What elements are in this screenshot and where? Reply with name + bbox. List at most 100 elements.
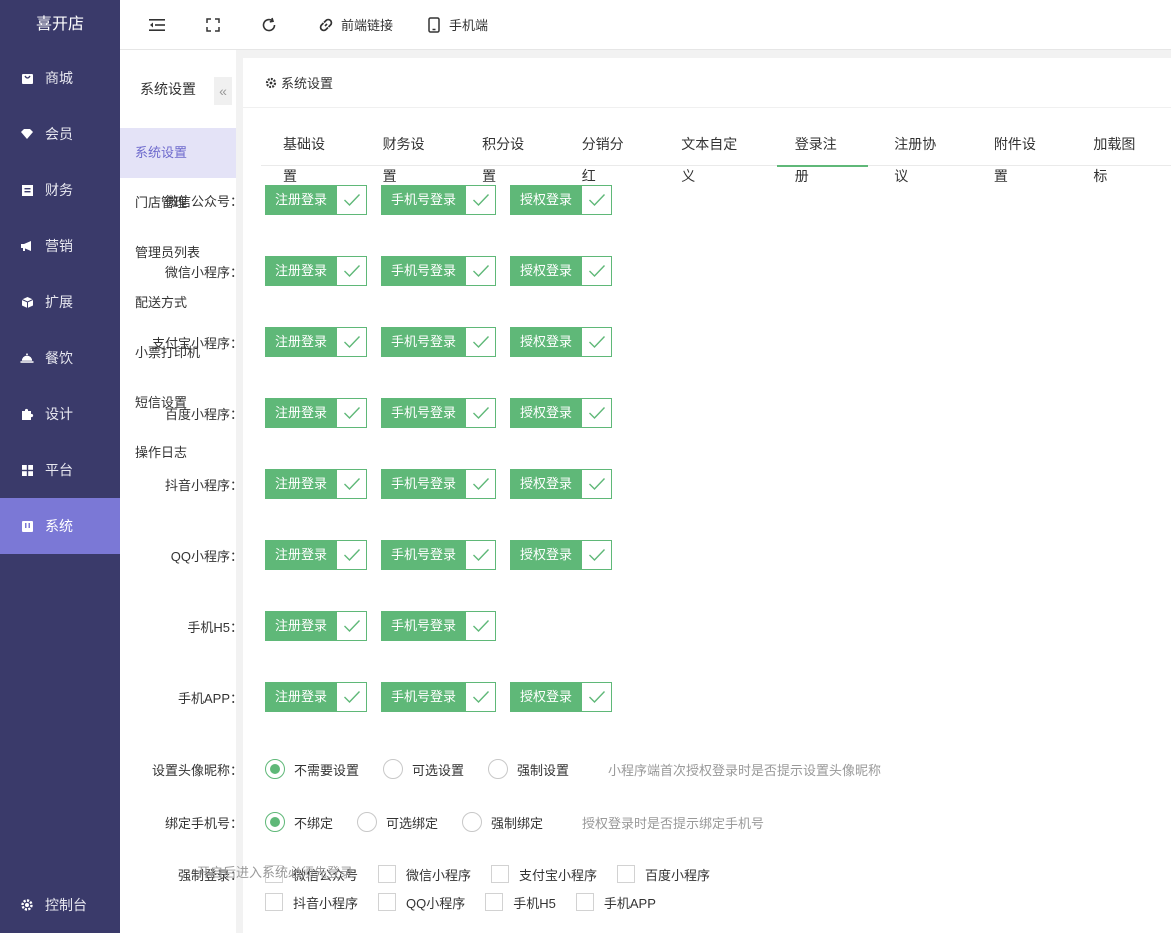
login-option-label: 授权登录 bbox=[510, 540, 583, 570]
force-login-checkbox[interactable]: 抖音小程序 bbox=[265, 893, 358, 912]
sub-nav-item[interactable]: 系统设置 bbox=[120, 128, 236, 178]
radio-option[interactable]: 可选绑定 bbox=[357, 812, 438, 832]
checkbox-box-icon bbox=[378, 865, 397, 883]
login-option-checkbox[interactable]: 注册登录 bbox=[265, 327, 368, 357]
link-icon bbox=[317, 16, 335, 34]
check-icon bbox=[466, 185, 497, 215]
force-login-checkbox[interactable]: 手机APP bbox=[575, 893, 656, 912]
login-option-checkbox[interactable]: 注册登录 bbox=[265, 540, 368, 570]
login-option-checkbox[interactable]: 授权登录 bbox=[510, 398, 613, 428]
row-tip: 授权登录时是否提示绑定手机号 bbox=[582, 815, 765, 831]
checkbox-box-icon bbox=[617, 865, 636, 883]
radio-label: 强制设置 bbox=[517, 762, 570, 778]
panel-header: 系统设置 bbox=[243, 58, 1171, 108]
tab-6[interactable]: 注册协议 bbox=[872, 128, 972, 184]
mobile-button[interactable]: 手机端 bbox=[425, 15, 488, 34]
frontend-link-label: 前端链接 bbox=[341, 18, 394, 33]
login-option-checkbox[interactable]: 手机号登录 bbox=[381, 398, 497, 428]
force-login-checkbox[interactable]: 百度小程序 bbox=[617, 865, 710, 884]
force-login-checkbox[interactable]: QQ小程序 bbox=[378, 893, 465, 912]
login-row-label: 微信小程序： bbox=[164, 264, 243, 280]
login-row: QQ小程序： 注册登录 手机号登录 授权登录 bbox=[90, 540, 1018, 570]
refresh-button[interactable] bbox=[260, 16, 278, 34]
fullscreen-button[interactable] bbox=[204, 16, 222, 34]
tab-0[interactable]: 基础设置 bbox=[261, 128, 361, 184]
login-option-checkbox[interactable]: 授权登录 bbox=[510, 682, 613, 712]
login-option-checkbox[interactable]: 注册登录 bbox=[265, 682, 368, 712]
login-option-label: 注册登录 bbox=[265, 469, 338, 499]
row-tip: 小程序端首次授权登录时是否提示设置头像昵称 bbox=[608, 762, 882, 778]
login-option-checkbox[interactable]: 手机号登录 bbox=[381, 256, 497, 286]
login-option-label: 手机号登录 bbox=[381, 682, 467, 712]
login-option-checkbox[interactable]: 注册登录 bbox=[265, 256, 368, 286]
checkbox-box-icon bbox=[485, 893, 504, 911]
radio-option[interactable]: 不需要设置 bbox=[265, 759, 359, 779]
login-option-label: 注册登录 bbox=[265, 185, 338, 215]
force-login-checkbox[interactable]: 支付宝小程序 bbox=[491, 865, 597, 884]
checkbox-box-icon bbox=[378, 893, 397, 911]
radio-option[interactable]: 强制绑定 bbox=[462, 812, 543, 832]
tab-2[interactable]: 积分设置 bbox=[460, 128, 560, 184]
force-login-checkbox[interactable]: 微信小程序 bbox=[378, 865, 471, 884]
login-row-label: QQ小程序： bbox=[170, 548, 243, 564]
login-option-checkbox[interactable]: 手机号登录 bbox=[381, 469, 497, 499]
login-row: 支付宝小程序： 注册登录 手机号登录 授权登录 bbox=[90, 327, 1018, 357]
login-row-label: 手机APP： bbox=[177, 690, 243, 706]
sidebar-item-shop[interactable]: 商城 bbox=[0, 50, 120, 106]
tab-4[interactable]: 文本自定义 bbox=[659, 128, 772, 184]
login-option-checkbox[interactable]: 手机号登录 bbox=[381, 540, 497, 570]
radio-option[interactable]: 不绑定 bbox=[265, 812, 333, 832]
grid-icon bbox=[20, 463, 34, 477]
radio-option[interactable]: 强制设置 bbox=[488, 759, 569, 779]
login-option-checkbox[interactable]: 授权登录 bbox=[510, 469, 613, 499]
frontend-link-button[interactable]: 前端链接 bbox=[317, 15, 393, 34]
login-option-checkbox[interactable]: 注册登录 bbox=[265, 185, 368, 215]
login-row: 手机H5： 注册登录 手机号登录 bbox=[90, 611, 1018, 641]
radio-label: 可选绑定 bbox=[386, 815, 439, 831]
checkbox-box-icon bbox=[575, 893, 594, 911]
login-option-label: 注册登录 bbox=[265, 327, 338, 357]
check-icon bbox=[582, 327, 613, 357]
menu-fold-button[interactable] bbox=[148, 16, 166, 34]
login-option-checkbox[interactable]: 手机号登录 bbox=[381, 327, 497, 357]
login-option-checkbox[interactable]: 手机号登录 bbox=[381, 611, 497, 641]
login-option-checkbox[interactable]: 注册登录 bbox=[265, 611, 368, 641]
login-option-checkbox[interactable]: 授权登录 bbox=[510, 185, 613, 215]
force-login-checkbox[interactable]: 手机H5 bbox=[485, 893, 556, 912]
login-row: 微信小程序： 注册登录 手机号登录 授权登录 bbox=[90, 256, 1018, 286]
login-option-label: 手机号登录 bbox=[381, 540, 467, 570]
avatar-setting-row: 设置头像昵称： 不需要设置 可选设置 强制设置 小程序端首次授权登录时是否提示设置头像昵… bbox=[90, 754, 1018, 784]
radio-circle-icon bbox=[265, 812, 285, 832]
login-option-checkbox[interactable]: 注册登录 bbox=[265, 469, 368, 499]
radio-option[interactable]: 可选设置 bbox=[383, 759, 464, 779]
check-icon bbox=[582, 540, 613, 570]
tab-5[interactable]: 登录注册 bbox=[773, 128, 873, 184]
login-option-checkbox[interactable]: 手机号登录 bbox=[381, 682, 497, 712]
tab-7[interactable]: 附件设置 bbox=[972, 128, 1072, 184]
login-option-checkbox[interactable]: 手机号登录 bbox=[381, 185, 497, 215]
check-icon bbox=[337, 327, 368, 357]
login-option-label: 手机号登录 bbox=[381, 256, 467, 286]
login-option-checkbox[interactable]: 注册登录 bbox=[265, 398, 368, 428]
radio-circle-icon bbox=[462, 812, 483, 832]
login-option-checkbox[interactable]: 授权登录 bbox=[510, 256, 613, 286]
check-icon bbox=[466, 469, 497, 499]
login-option-label: 手机号登录 bbox=[381, 611, 467, 641]
sub-sidebar-title: 系统设置 « bbox=[120, 50, 236, 128]
tab-1[interactable]: 财务设置 bbox=[361, 128, 461, 184]
sidebar-item-member[interactable]: 会员 bbox=[0, 106, 120, 162]
tab-8[interactable]: 加载图标 bbox=[1071, 128, 1171, 184]
login-option-checkbox[interactable]: 授权登录 bbox=[510, 327, 613, 357]
bind-phone-row: 绑定手机号： 不绑定 可选绑定 强制绑定 授权登录时是否提示绑定手机号 bbox=[90, 807, 1018, 837]
collapse-button[interactable]: « bbox=[214, 77, 232, 105]
check-icon bbox=[466, 327, 497, 357]
sidebar-item-label: 控制台 bbox=[45, 897, 87, 913]
checkbox-label: 抖音小程序 bbox=[293, 895, 359, 911]
sidebar-item-label: 平台 bbox=[45, 462, 73, 478]
row-label: 设置头像昵称： bbox=[151, 762, 243, 778]
checkbox-label: QQ小程序 bbox=[406, 895, 466, 911]
login-option-checkbox[interactable]: 授权登录 bbox=[510, 540, 613, 570]
login-row: 微信公众号： 注册登录 手机号登录 授权登录 bbox=[90, 185, 1018, 215]
tab-3[interactable]: 分销分红 bbox=[560, 128, 660, 184]
settings-tabs: 基础设置 财务设置 积分设置 分销分红 文本自定义 登录注册 注册协议 附件设置 加载图标 bbox=[261, 128, 1171, 184]
